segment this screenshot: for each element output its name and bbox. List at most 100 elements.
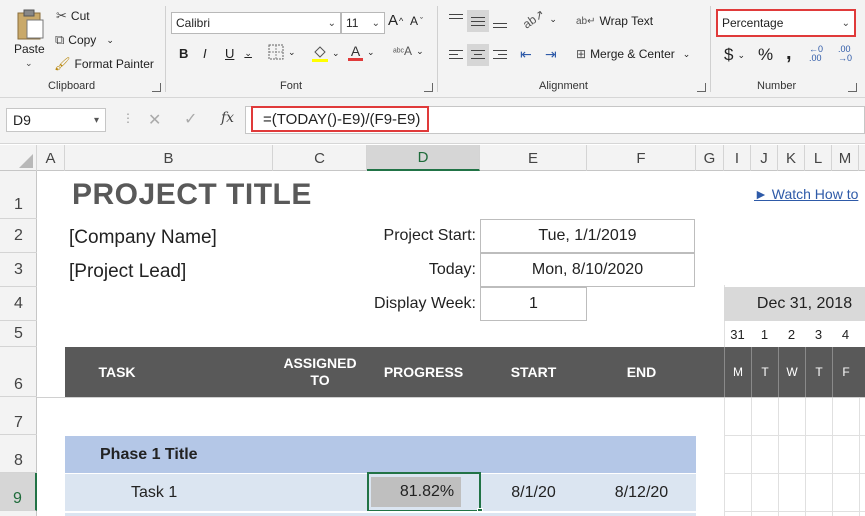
align-line <box>449 54 458 55</box>
insert-function-button[interactable]: fx <box>221 110 234 126</box>
header-progress[interactable]: PROGRESS <box>367 347 480 397</box>
column-header-c[interactable]: C <box>273 145 367 171</box>
copy-button[interactable]: ⧉ Copy ⌄ <box>55 32 114 48</box>
company-name[interactable]: [Company Name] <box>69 222 217 254</box>
font-color-button[interactable]: A ⌄ <box>348 44 375 61</box>
paste-button[interactable]: Paste ⌄ <box>10 6 50 72</box>
project-title[interactable]: PROJECT TITLE <box>72 174 312 216</box>
formula-text: =(TODAY()-E9)/(F9-E9) <box>263 110 421 128</box>
increase-decimal-icon: ←0.00 <box>809 44 824 63</box>
column-header-e[interactable]: E <box>480 145 587 171</box>
display-week-value[interactable]: 1 <box>480 287 587 321</box>
progress-cell[interactable]: 81.82% <box>367 472 483 514</box>
comma-button[interactable]: , <box>786 42 792 65</box>
task-end[interactable]: 8/12/20 <box>587 474 696 511</box>
align-line <box>449 58 463 59</box>
column-header-a[interactable]: A <box>37 145 65 171</box>
column-header-b[interactable]: B <box>65 145 273 171</box>
row-header-5[interactable]: 5 <box>0 321 37 347</box>
formula-input[interactable]: =(TODAY()-E9)/(F9-E9) <box>251 106 429 132</box>
align-right-button[interactable] <box>489 44 511 66</box>
row-header-8[interactable]: 8 <box>0 435 37 473</box>
underline-button[interactable]: U ⌄ <box>225 46 252 61</box>
cancel-icon[interactable]: ✕ <box>148 110 161 130</box>
header-task[interactable]: TASK <box>65 347 169 397</box>
row-header-7[interactable]: 7 <box>0 397 37 435</box>
row-header-4[interactable]: 4 <box>0 287 37 321</box>
chevron-down-icon: ⌄ <box>288 46 296 57</box>
enter-icon[interactable]: ✓ <box>184 109 197 129</box>
font-name-dropdown[interactable]: Calibri ⌄ <box>171 12 341 34</box>
chevron-down-icon: ⌄ <box>416 45 424 56</box>
column-header-f[interactable]: F <box>587 145 696 171</box>
row-header-3[interactable]: 3 <box>0 253 37 287</box>
header-start[interactable]: START <box>480 347 587 397</box>
select-all-corner[interactable] <box>0 145 37 171</box>
header-end[interactable]: END <box>587 347 696 397</box>
increase-decimal-button[interactable]: ←0.00 <box>809 45 823 63</box>
column-header-m[interactable]: M <box>832 145 859 171</box>
align-line <box>449 18 463 19</box>
currency-button[interactable]: $ ⌄ <box>724 45 745 65</box>
column-header-j[interactable]: J <box>751 145 778 171</box>
grid-line <box>37 397 865 398</box>
column-header-d[interactable]: D <box>367 145 480 171</box>
wrap-text-button[interactable]: ab↵ Wrap Text <box>576 14 653 28</box>
percent-button[interactable]: % <box>758 45 773 65</box>
number-group-label: Number <box>757 80 797 92</box>
clipboard-launcher-icon[interactable] <box>152 83 161 92</box>
name-box[interactable]: D9 ▾ <box>6 108 106 132</box>
shrink-font-label: A <box>410 14 419 28</box>
phase-row[interactable]: Phase 1 Title <box>65 436 696 473</box>
row-header-1[interactable]: 1 <box>0 171 37 219</box>
bold-button[interactable]: B <box>179 46 188 61</box>
orientation-button[interactable]: ab↗ ⌄ <box>520 7 557 32</box>
today-value[interactable]: Mon, 8/10/2020 <box>480 253 695 287</box>
task-name[interactable]: Task 1 <box>131 474 177 511</box>
project-start-value[interactable]: Tue, 1/1/2019 <box>480 219 695 253</box>
shrink-font-button[interactable]: Aˇ <box>410 14 423 28</box>
cut-button[interactable]: ✂ Cut <box>56 8 90 24</box>
align-middle-button[interactable] <box>467 10 489 32</box>
align-center-button[interactable] <box>467 44 489 66</box>
task-start[interactable]: 8/1/20 <box>480 474 587 511</box>
number-format-value: Percentage <box>722 16 784 30</box>
align-right-icon <box>493 50 507 51</box>
row-header-9[interactable]: 9 <box>0 473 37 511</box>
font-launcher-icon[interactable] <box>424 83 433 92</box>
column-header-g[interactable]: G <box>696 145 724 171</box>
merge-center-button[interactable]: ⊞ Merge & Center ⌄ <box>576 47 690 61</box>
fill-color-button[interactable]: ⌄ <box>312 44 340 62</box>
alignment-launcher-icon[interactable] <box>697 83 706 92</box>
row-header-6[interactable]: 6 <box>0 347 37 397</box>
column-header-i[interactable]: I <box>724 145 751 171</box>
align-bottom-button[interactable] <box>489 10 511 32</box>
alignment-group-label: Alignment <box>539 80 588 92</box>
chevron-down-icon: ⌄ <box>327 17 336 29</box>
increase-indent-button[interactable]: ⇥ <box>545 46 557 63</box>
header-assigned-to[interactable]: ASSIGNED TO <box>273 347 367 397</box>
borders-button[interactable]: ⌄ <box>268 44 296 60</box>
number-format-dropdown[interactable]: Percentage ⌄ <box>716 9 856 37</box>
watch-how-to-link[interactable]: ► Watch How to <box>754 184 858 204</box>
decrease-indent-button[interactable]: ⇤ <box>520 46 532 63</box>
align-bottom-icon <box>493 23 507 24</box>
day-number-4: 4 <box>841 326 850 342</box>
align-top-button[interactable] <box>445 10 467 32</box>
font-color-letter: A <box>350 43 361 59</box>
phonetic-button[interactable]: ᵃᵇᶜA ⌄ <box>393 44 424 58</box>
number-launcher-icon[interactable] <box>848 83 857 92</box>
decrease-decimal-button[interactable]: .00 →0 <box>838 45 852 63</box>
project-lead[interactable]: [Project Lead] <box>69 256 186 288</box>
select-all-icon <box>19 154 33 168</box>
font-size-dropdown[interactable]: 11 ⌄ <box>341 12 385 34</box>
format-painter-button[interactable]: 🖌 Format Painter <box>54 56 154 72</box>
splitter-handle[interactable]: ⋮ <box>122 111 134 125</box>
row-header-2[interactable]: 2 <box>0 219 37 253</box>
day-number-1: 1 <box>760 326 769 342</box>
grow-font-button[interactable]: A ^ <box>388 12 403 29</box>
italic-button[interactable]: I <box>203 46 207 61</box>
align-left-button[interactable] <box>445 44 467 66</box>
column-header-l[interactable]: L <box>805 145 832 171</box>
column-header-k[interactable]: K <box>778 145 805 171</box>
